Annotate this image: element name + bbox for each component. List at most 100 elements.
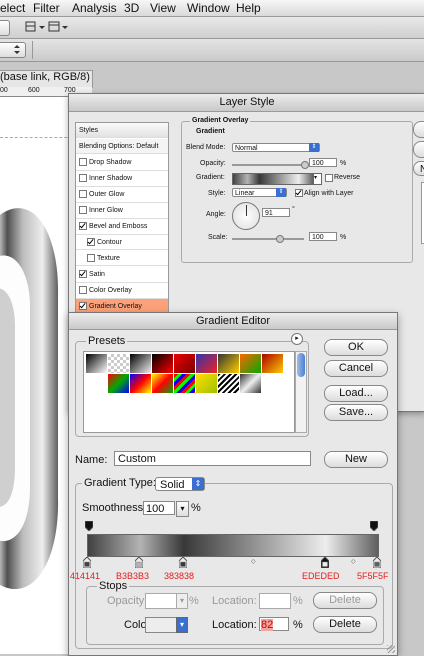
save-button[interactable]: Save... <box>324 404 388 421</box>
cancel-button-partial[interactable] <box>413 141 424 158</box>
reverse-checkbox[interactable] <box>325 174 333 182</box>
blend-mode-select[interactable]: Normal ⇕ <box>232 143 320 152</box>
menu-filter[interactable]: Filter <box>33 1 60 15</box>
menu-window[interactable]: Window <box>187 1 230 15</box>
preset-swatch[interactable] <box>174 374 195 393</box>
color-stop[interactable] <box>372 556 382 569</box>
effect-item-texture[interactable]: Texture <box>76 251 168 266</box>
blending-options-item[interactable]: Blending Options: Default <box>76 139 168 154</box>
preset-swatch[interactable] <box>240 354 261 373</box>
resize-grip-icon[interactable] <box>387 645 395 653</box>
checkbox[interactable] <box>87 238 95 247</box>
scale-input[interactable]: 100 <box>309 232 337 241</box>
name-input[interactable]: Custom <box>114 451 311 466</box>
menu-view[interactable]: View <box>150 1 176 15</box>
checkbox[interactable] <box>79 302 87 311</box>
gradient-preview[interactable] <box>232 173 314 185</box>
opacity-stop-right[interactable] <box>369 520 379 532</box>
preset-swatch[interactable] <box>152 374 173 393</box>
checkbox[interactable] <box>79 174 87 183</box>
checkbox[interactable] <box>79 222 87 231</box>
effect-item-contour[interactable]: Contour <box>76 235 168 250</box>
effect-item-inner-glow[interactable]: Inner Glow <box>76 203 168 219</box>
checkbox[interactable] <box>79 286 87 295</box>
view-extras-button[interactable] <box>25 20 47 34</box>
delete-color-stop-button[interactable]: Delete <box>313 616 377 633</box>
checkbox[interactable] <box>79 158 87 167</box>
styles-header[interactable]: Styles <box>76 123 168 138</box>
style-select[interactable]: Linear ⇕ <box>232 188 287 197</box>
gradient-type-select[interactable]: Solid ⇕ <box>155 477 205 491</box>
toolbar-button[interactable] <box>0 20 10 36</box>
new-button[interactable]: New <box>324 451 388 468</box>
preset-swatch[interactable] <box>218 374 239 393</box>
tool-preset-dropdown[interactable] <box>0 42 26 58</box>
preset-swatch[interactable] <box>86 374 107 393</box>
presets-menu-icon[interactable]: ▸ <box>291 333 303 345</box>
color-stop[interactable] <box>320 556 330 569</box>
presets-scrollbar[interactable] <box>295 351 307 433</box>
opacity-slider[interactable] <box>232 164 304 166</box>
effect-item-color-overlay[interactable]: Color Overlay <box>76 283 168 299</box>
opacity-stop-left[interactable] <box>84 520 94 532</box>
arrange-documents-button[interactable] <box>48 20 70 34</box>
preset-swatch[interactable] <box>108 354 129 373</box>
menu-bar: elect Filter Analysis 3D View Window Hel… <box>0 0 424 17</box>
angle-dial[interactable] <box>232 202 260 230</box>
chevron-down-icon[interactable]: ▾ <box>176 501 189 517</box>
new-style-button-partial[interactable]: N <box>413 161 424 176</box>
menu-help[interactable]: Help <box>236 1 261 15</box>
preset-swatch[interactable] <box>174 354 195 373</box>
color-stop[interactable] <box>178 556 188 569</box>
color-stop[interactable] <box>134 556 144 569</box>
stop-opacity-input[interactable] <box>145 593 177 609</box>
ok-button[interactable]: OK <box>324 339 388 356</box>
menu-3d[interactable]: 3D <box>124 1 139 15</box>
preset-swatch[interactable] <box>218 354 239 373</box>
checkbox[interactable] <box>79 206 87 215</box>
color-stop[interactable] <box>82 556 92 569</box>
preset-swatch[interactable] <box>108 374 129 393</box>
menu-select[interactable]: elect <box>0 1 25 15</box>
checkbox[interactable] <box>79 190 87 199</box>
presets-label: Presets <box>86 335 128 347</box>
angle-input[interactable]: 91 <box>262 208 290 217</box>
preset-swatch[interactable] <box>240 374 261 393</box>
checkbox[interactable] <box>87 254 95 263</box>
gradient-dropdown-button[interactable]: ▾ <box>313 173 322 185</box>
scale-slider-thumb[interactable] <box>276 235 284 243</box>
preset-swatch[interactable] <box>130 374 151 393</box>
preset-swatch[interactable] <box>262 354 283 373</box>
effect-item-outer-glow[interactable]: Outer Glow <box>76 187 168 203</box>
preset-swatch[interactable] <box>152 354 173 373</box>
cancel-button[interactable]: Cancel <box>324 360 388 377</box>
scrollbar-thumb[interactable] <box>297 353 305 377</box>
stop-color-swatch[interactable] <box>145 617 177 633</box>
smoothness-input[interactable]: 100 <box>143 501 175 515</box>
preset-swatch[interactable] <box>262 374 283 393</box>
preset-swatch[interactable] <box>196 374 217 393</box>
effect-item-inner-shadow[interactable]: Inner Shadow <box>76 171 168 187</box>
scale-slider[interactable] <box>232 238 304 240</box>
effect-item-bevel-emboss[interactable]: Bevel and Emboss <box>76 219 168 235</box>
preset-swatch[interactable] <box>130 354 151 373</box>
presets-grid[interactable] <box>83 351 295 433</box>
gradient-bar[interactable] <box>87 534 379 557</box>
chevron-down-icon[interactable]: ▾ <box>176 617 188 633</box>
preset-swatch[interactable] <box>196 354 217 373</box>
checkbox[interactable] <box>79 270 87 279</box>
stop-color-location-input[interactable]: 82 <box>259 617 289 631</box>
stop-opacity-location-input[interactable] <box>259 593 291 609</box>
delete-opacity-stop-button[interactable]: Delete <box>313 592 377 609</box>
load-button[interactable]: Load... <box>324 385 388 402</box>
ok-button-partial[interactable] <box>413 121 424 138</box>
document-tab[interactable]: (base link, RGB/8) * <box>0 70 93 88</box>
menu-analysis[interactable]: Analysis <box>72 1 117 15</box>
opacity-input[interactable]: 100 <box>309 158 337 167</box>
effect-item-drop-shadow[interactable]: Drop Shadow <box>76 155 168 171</box>
align-with-layer-checkbox[interactable] <box>295 189 303 197</box>
opacity-slider-thumb[interactable] <box>301 161 309 169</box>
effect-item-satin[interactable]: Satin <box>76 267 168 283</box>
chevron-down-icon[interactable]: ▾ <box>176 593 188 609</box>
preset-swatch[interactable] <box>86 354 107 373</box>
